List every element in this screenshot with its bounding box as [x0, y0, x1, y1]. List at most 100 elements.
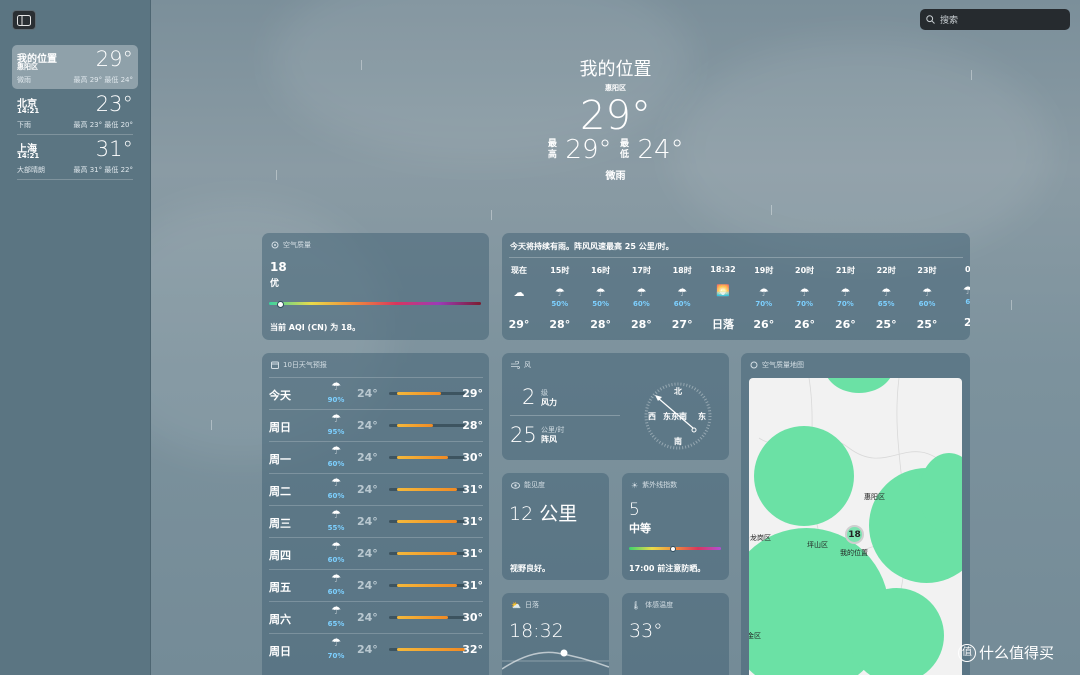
- hourly-precip: 70%: [837, 300, 854, 308]
- search-input[interactable]: 搜索: [920, 9, 1070, 30]
- hourly-precip: 60%: [633, 300, 650, 308]
- wind-card[interactable]: 风 2 级 风力 25 公里/时 阵风 北 西 东 南 东东南: [502, 353, 729, 460]
- aqi-level: 优: [270, 279, 280, 289]
- current-weather: 我的位置 惠阳区 29° 最高 29° 最低 24° 微雨: [151, 55, 1080, 182]
- forecast-row[interactable]: 周日 ☂ 95% 24° 28°: [269, 409, 483, 442]
- wind-speed-label: 风力: [541, 398, 557, 407]
- calendar-icon: [271, 361, 279, 369]
- watermark-text: 什么值得买: [979, 644, 1055, 662]
- forecast-day: 今天: [269, 389, 291, 402]
- location-hilo: 最高 23° 最低 20°: [73, 121, 134, 129]
- forecast-day: 周日: [269, 645, 291, 658]
- air-quality-map[interactable]: 惠阳区 龙岗区 坪山区 金区 18 我的位置: [749, 378, 962, 675]
- hourly-temp: 28°: [630, 318, 652, 331]
- hourly-item: 21时 ☂ 70% 26°: [827, 265, 863, 331]
- hourly-precip: 70%: [796, 300, 813, 308]
- rain-streak: [491, 210, 492, 220]
- hourly-item: 18:32 🌅 日落: [705, 265, 741, 332]
- gust-speed: 25: [510, 423, 537, 447]
- aqi-note: 当前 AQI (CN) 为 18。: [270, 323, 361, 332]
- location-condition: 大部晴朗: [17, 166, 45, 174]
- rain-cloud-icon: ☂: [331, 380, 341, 393]
- aqi-region: [849, 588, 944, 675]
- location-sub: 14:21: [17, 107, 40, 115]
- hourly-forecast-card[interactable]: 今天将持续有雨。阵风风速最高 25 公里/时。 现在 ☁ 29° 15时 ☂ 50% 28°…: [502, 233, 970, 340]
- air-quality-map-card[interactable]: 空气质量地图 惠阳区 龙岗区 坪山区 金区 18 我的位置: [741, 353, 970, 675]
- ten-day-forecast-card[interactable]: 10日天气预报 今天 ☂ 90% 24° 29° 周日 ☂ 95% 24° 28° 周一 ☂ 60% 24…: [262, 353, 489, 675]
- forecast-low: 24°: [357, 579, 378, 592]
- air-quality-card[interactable]: 空气质量 18 优 当前 AQI (CN) 为 18。: [262, 233, 489, 340]
- forecast-low: 24°: [357, 419, 378, 432]
- hourly-time: 18:32: [710, 265, 736, 274]
- temp-range-fill: [396, 584, 458, 587]
- forecast-row[interactable]: 周一 ☂ 60% 24° 30°: [269, 441, 483, 474]
- aqi-gradient-bar: [269, 302, 481, 305]
- temp-range-bar: [389, 616, 465, 619]
- feels-like-card[interactable]: 🌡 体感温度 33°: [622, 593, 729, 675]
- card-title: 🌡 体感温度: [631, 600, 673, 610]
- forecast-row[interactable]: 周二 ☂ 60% 24° 31°: [269, 473, 483, 506]
- hourly-time: 20时: [795, 266, 815, 275]
- hourly-item: 0 ☂ 6 2: [950, 265, 970, 329]
- map-label-me: 我的位置: [840, 549, 868, 557]
- high-label: 最高: [547, 139, 557, 160]
- hourly-precip: 70%: [755, 300, 773, 308]
- location-item-beijing[interactable]: 北京 14:21 23° 下雨 最高 23° 最低 20°: [12, 90, 138, 134]
- rain-icon: ☂: [677, 286, 688, 299]
- temp-range-bar: [389, 488, 465, 491]
- temp-range-bar: [389, 552, 465, 555]
- divider: [17, 179, 133, 180]
- forecast-day: 周二: [269, 485, 291, 498]
- map-label-pingshan: 坪山区: [807, 541, 828, 549]
- sun-arc: [502, 649, 609, 670]
- rain-streak: [771, 205, 772, 215]
- aqi-title: 空气质量: [283, 241, 311, 249]
- forecast-row[interactable]: 周三 ☂ 55% 24° 31°: [269, 505, 483, 538]
- forecast-precip: 95%: [327, 428, 345, 436]
- sun-icon: ☀: [631, 480, 639, 490]
- aqi-icon: [271, 241, 279, 249]
- card-title: 空气质量: [271, 240, 311, 250]
- map-icon: [750, 361, 758, 369]
- card-title: 空气质量地图: [750, 360, 804, 370]
- visibility-card[interactable]: 能见度 12 公里 视野良好。: [502, 473, 609, 580]
- rain-icon: ☂: [840, 286, 851, 299]
- rain-cloud-icon: ☂: [331, 476, 341, 489]
- gust-label: 阵风: [541, 435, 557, 444]
- map-label-left: 金区: [749, 632, 761, 640]
- rain-cloud-icon: ☂: [331, 412, 341, 425]
- hourly-precip: 60%: [673, 300, 691, 308]
- forecast-row[interactable]: 今天 ☂ 90% 24° 29°: [269, 377, 483, 410]
- location-hilo: 最高 29° 最低 24°: [73, 76, 134, 84]
- sidebar-toggle-icon[interactable]: [12, 10, 36, 30]
- hourly-precip: 50%: [592, 300, 609, 308]
- hourly-item: 17时 ☂ 60% 28°: [623, 265, 659, 331]
- forecast-high: 31°: [462, 515, 483, 528]
- forecast-row[interactable]: 周五 ☂ 60% 24° 31°: [269, 569, 483, 602]
- forecast-row[interactable]: 周日 ☂ 70% 24° 32°: [269, 633, 483, 666]
- rain-icon: ☂: [758, 286, 769, 299]
- forecast-precip: 55%: [327, 524, 345, 532]
- current-condition: 微雨: [605, 171, 626, 182]
- forecast-low: 24°: [357, 483, 378, 496]
- hourly-temp: 26°: [794, 318, 815, 331]
- location-item-my-location[interactable]: 我的位置 惠阳区 29° 微雨 最高 29° 最低 24°: [12, 45, 138, 89]
- sunset-card[interactable]: ⛅ 日落 18:32: [502, 593, 609, 675]
- compass-east: 东: [698, 412, 706, 421]
- forecast-row[interactable]: 周四 ☂ 60% 24° 31°: [269, 537, 483, 570]
- forecast-high: 31°: [462, 483, 483, 496]
- forecast-high: 30°: [462, 611, 483, 624]
- forecast-row[interactable]: 周六 ☂ 65% 24° 30°: [269, 601, 483, 634]
- hourly-item: 20时 ☂ 70% 26°: [787, 265, 823, 331]
- forecast-high: 31°: [462, 579, 483, 592]
- map-aqi-pin[interactable]: 18: [845, 525, 864, 544]
- location-temp: 23°: [95, 92, 133, 116]
- hourly-time: 19时: [754, 266, 774, 275]
- feels-value: 33°: [629, 620, 663, 642]
- watermark-logo-icon: 值: [958, 643, 976, 662]
- forecast-precip: 60%: [327, 556, 345, 564]
- hourly-temp: 28°: [590, 318, 611, 331]
- uv-index-card[interactable]: ☀ 紫外线指数 5 中等 17:00 前注意防晒。: [622, 473, 729, 580]
- hourly-temp: 26°: [834, 318, 856, 331]
- location-item-shanghai[interactable]: 上海 14:21 31° 大部晴朗 最高 31° 最低 22°: [12, 135, 138, 179]
